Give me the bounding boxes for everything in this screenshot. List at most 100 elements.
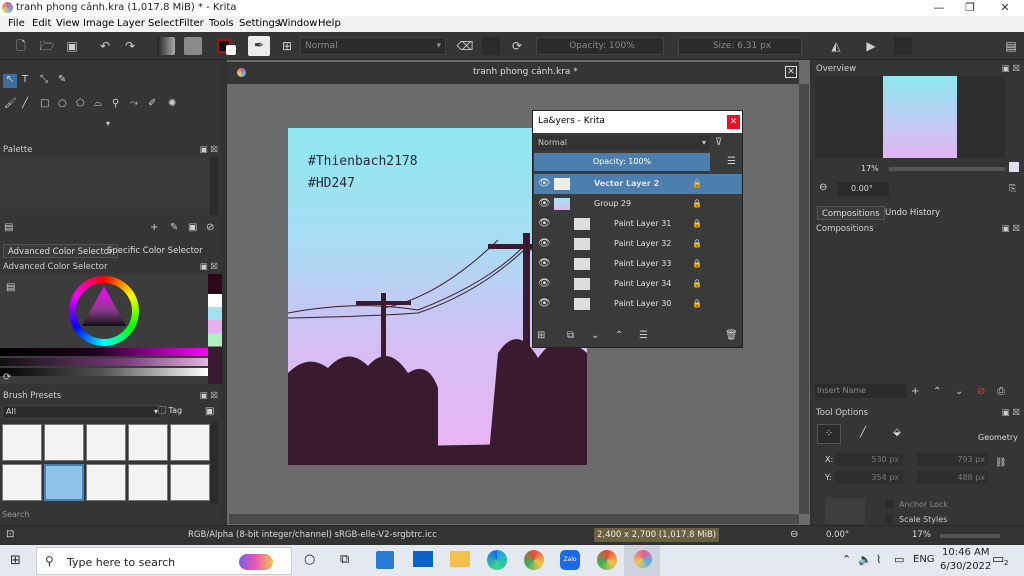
menu-tools[interactable]: Tools: [209, 18, 234, 29]
image-dimensions-label[interactable]: 2,400 x 2,700 (1,017.8 MiB): [594, 528, 720, 542]
layer-row-paint-layer-30[interactable]: 👁 Paint Layer 30 🔒: [534, 294, 742, 312]
remove-swatch-icon[interactable]: ⊘: [206, 222, 214, 234]
redo-icon[interactable]: ↷: [121, 37, 139, 55]
open-folder-icon[interactable]: 🗁: [38, 37, 56, 55]
brush-scrollbar[interactable]: [210, 422, 218, 504]
composition-name-input[interactable]: Insert Name: [815, 384, 907, 398]
anchor-grid[interactable]: [825, 498, 865, 524]
maximize-icon[interactable]: ❐: [955, 0, 985, 16]
layer-row-paint-layer-34[interactable]: 👁 Paint Layer 34 🔒: [534, 274, 742, 294]
overview-rotation-field[interactable]: 0.00°: [837, 182, 889, 196]
background-color-swatch[interactable]: [226, 45, 236, 55]
move-layer-up-icon[interactable]: ⌃: [615, 330, 623, 342]
shape-fill-icon[interactable]: ⬙: [885, 424, 909, 444]
height-field[interactable]: 488 px: [917, 471, 989, 484]
brush-preset-3[interactable]: [86, 424, 126, 461]
brush-preset-4[interactable]: [128, 424, 168, 461]
add-layer-icon[interactable]: ⊞: [537, 330, 545, 342]
canvas-horizontal-scrollbar[interactable]: [229, 514, 799, 524]
composition-export-icon[interactable]: ⎙: [997, 386, 1005, 398]
recent-colors-column[interactable]: [208, 274, 222, 384]
shape-select-mode-icon[interactable]: ⁘: [817, 424, 841, 444]
overview-fit-icon[interactable]: [1009, 162, 1019, 172]
brush-preset-6[interactable]: [2, 464, 42, 501]
status-zoom-slider[interactable]: [940, 534, 1000, 538]
layer-opacity-slider[interactable]: Opacity: 100%: [534, 153, 710, 171]
close-icon[interactable]: ✕: [990, 0, 1020, 16]
brush-filter-select[interactable]: All ▾: [2, 405, 162, 419]
brush-preset-2[interactable]: [44, 424, 84, 461]
brush-tag-button[interactable]: ⃞ Tag: [166, 405, 202, 419]
brush-preset-9[interactable]: [128, 464, 168, 501]
layer-blend-mode-select[interactable]: Normal ▾: [534, 136, 710, 150]
reload-preset-icon[interactable]: ⟳: [508, 37, 526, 55]
layer-filter-icon[interactable]: ⊽: [715, 137, 722, 149]
select-shapes-tool-icon[interactable]: ↖: [3, 74, 17, 88]
lock-icon[interactable]: 🔒: [692, 234, 702, 254]
menu-filter[interactable]: Filter: [179, 18, 204, 29]
brush-preset-5[interactable]: [170, 424, 210, 461]
eraser-icon[interactable]: ⌫: [456, 37, 474, 55]
delete-layer-icon[interactable]: 🗑: [725, 330, 738, 342]
network-icon[interactable]: ⌇: [876, 553, 881, 566]
layer-row-paint-layer-32[interactable]: 👁 Paint Layer 32 🔒: [534, 234, 742, 254]
gradient-selector[interactable]: [157, 37, 175, 55]
freehand-brush-tool-icon[interactable]: 🖌: [4, 98, 17, 110]
preserve-alpha-button[interactable]: [482, 37, 500, 55]
visibility-eye-icon[interactable]: 👁: [538, 174, 551, 194]
layer-row-paint-layer-33[interactable]: 👁 Paint Layer 33 🔒: [534, 254, 742, 274]
menu-select[interactable]: Select: [148, 18, 179, 29]
microsoft-store-icon[interactable]: [376, 551, 394, 569]
menu-view[interactable]: View: [56, 18, 80, 29]
task-view-icon[interactable]: ⧉: [340, 552, 349, 567]
color-gradient-bar-2[interactable]: [0, 358, 208, 366]
add-swatch-icon[interactable]: +: [150, 222, 158, 234]
speaker-icon[interactable]: 🔈: [858, 553, 872, 566]
document-tab-title[interactable]: tranh phong cảnh.kra *: [473, 67, 578, 77]
undo-icon[interactable]: ↶: [96, 37, 114, 55]
anchor-lock-checkbox[interactable]: [885, 500, 893, 508]
shape-stroke-icon[interactable]: ╱: [851, 424, 875, 444]
language-indicator[interactable]: ENG: [913, 554, 935, 565]
minimize-icon[interactable]: —: [924, 0, 954, 16]
color-selector[interactable]: ▤ ⟳: [0, 274, 222, 384]
visibility-eye-icon[interactable]: 👁: [538, 254, 551, 274]
rotate-icon[interactable]: ⊖: [819, 182, 827, 193]
clock-date[interactable]: 6/30/2022: [940, 561, 991, 572]
polyline-tool-icon[interactable]: ⌓: [94, 98, 102, 110]
notification-center-icon[interactable]: ▭: [992, 552, 1004, 567]
brush-search-input[interactable]: Search: [2, 510, 218, 524]
windows-start-icon[interactable]: ⊞: [10, 553, 21, 568]
composition-up-icon[interactable]: ⌃: [933, 386, 941, 398]
line-tool-icon[interactable]: ╱: [22, 98, 28, 110]
mirror-vertical-icon[interactable]: ▶: [862, 37, 880, 55]
clock-time[interactable]: 10:46 AM: [942, 547, 989, 558]
file-explorer-icon[interactable]: [450, 551, 470, 567]
brush-preset-button[interactable]: ✒: [248, 36, 270, 56]
brush-preset-7-selected[interactable]: [44, 464, 84, 501]
layer-row-paint-layer-31[interactable]: 👁 Paint Layer 31 🔒: [534, 214, 742, 234]
brush-preset-10[interactable]: [170, 464, 210, 501]
edit-swatch-icon[interactable]: ✎: [170, 222, 178, 234]
width-field[interactable]: 793 px: [917, 453, 989, 466]
polygon-tool-icon[interactable]: ⬠: [76, 98, 85, 110]
menu-edit[interactable]: Edit: [32, 18, 51, 29]
lock-icon[interactable]: 🔒: [692, 274, 702, 294]
lock-icon[interactable]: 🔒: [692, 194, 702, 214]
text-tool-icon[interactable]: T: [22, 74, 28, 86]
layers-window-titlebar[interactable]: La&yers - Krita ✕: [533, 111, 742, 133]
tab-undo-history[interactable]: Undo History: [881, 206, 944, 220]
scale-styles-checkbox[interactable]: [885, 515, 893, 523]
brush-preset-1[interactable]: [2, 424, 42, 461]
rotate-canvas-icon[interactable]: ⊖: [790, 529, 798, 540]
wrap-around-button[interactable]: [894, 37, 912, 55]
add-composition-icon[interactable]: +: [911, 386, 919, 398]
save-palette-icon[interactable]: ▣: [188, 222, 197, 234]
show-hidden-icons-icon[interactable]: ⌃: [842, 553, 851, 566]
status-zoom[interactable]: 17%: [912, 530, 931, 540]
mirror-horizontal-icon[interactable]: ◭: [827, 37, 845, 55]
color-gradient-bar-1[interactable]: [0, 348, 208, 356]
taskbar-search-box[interactable]: ⚲ Type here to search: [36, 547, 292, 575]
visibility-eye-icon[interactable]: 👁: [538, 214, 551, 234]
lock-icon[interactable]: 🔒: [692, 254, 702, 274]
